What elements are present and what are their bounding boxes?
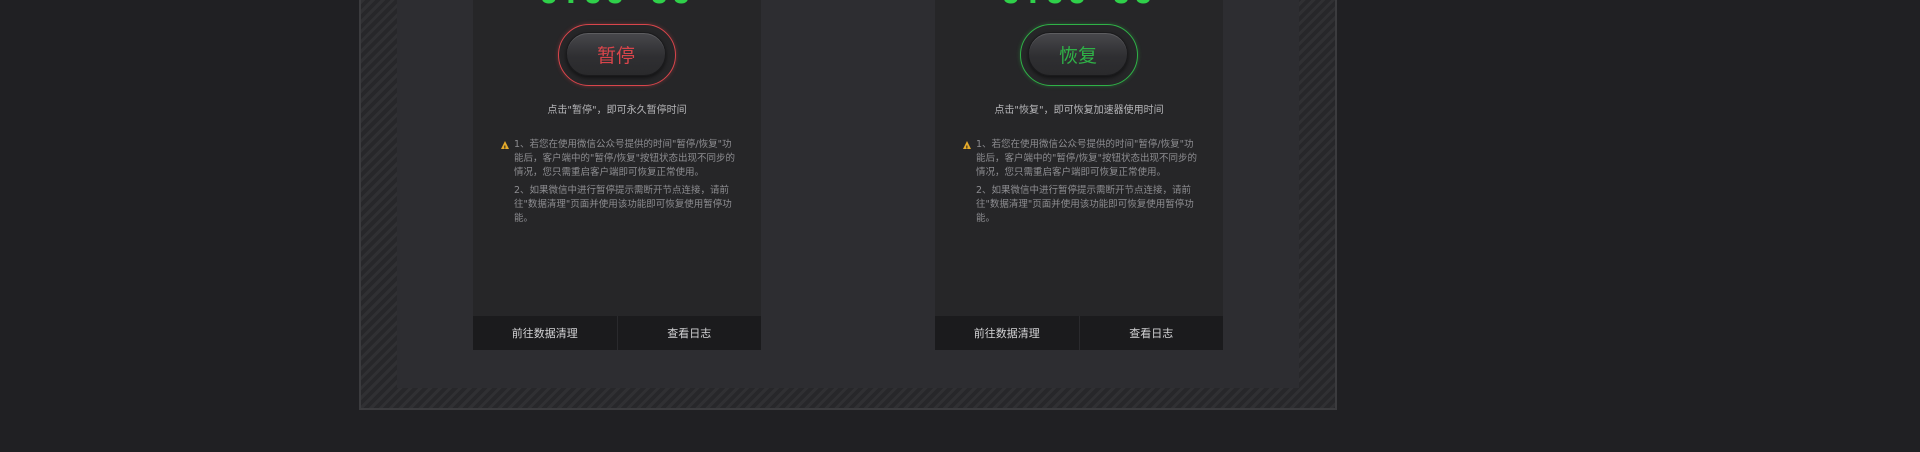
pause-button[interactable]: 暂停 — [566, 32, 666, 76]
resume-hint: 点击"恢复"，即可恢复加速器使用时间 — [994, 105, 1164, 116]
resume-button[interactable]: 恢复 — [1028, 32, 1128, 76]
speed-readout: 8.88 88 — [473, 0, 761, 11]
data-cleanup-button[interactable]: 前往数据清理 — [473, 316, 617, 350]
pause-panel: 8.88 88 暂停 点击"暂停"，即可永久暂停时间 1、若您在使用微信公众号提… — [473, 0, 761, 350]
view-log-button[interactable]: 查看日志 — [616, 316, 762, 350]
resume-panel: 8.88 88 恢复 点击"恢复"，即可恢复加速器使用时间 1、若您在使用微信公… — [935, 0, 1223, 350]
pause-hint: 点击"暂停"，即可永久暂停时间 — [547, 105, 687, 116]
speed-readout: 8.88 88 — [935, 0, 1223, 11]
view-log-button[interactable]: 查看日志 — [1078, 316, 1224, 350]
pause-button-ring: 暂停 — [558, 24, 676, 86]
resume-notes: 1、若您在使用微信公众号提供的时间"暂停/恢复"功能后，客户端中的"暂停/恢复"… — [963, 138, 1201, 230]
note-text: 1、若您在使用微信公众号提供的时间"暂停/恢复"功能后，客户端中的"暂停/恢复"… — [976, 139, 1197, 178]
data-cleanup-button[interactable]: 前往数据清理 — [935, 316, 1079, 350]
note-text: 2、如果微信中进行暂停提示需断开节点连接，请前往"数据清理"页面并使用该功能即可… — [976, 185, 1194, 224]
note-text: 2、如果微信中进行暂停提示需断开节点连接，请前往"数据清理"页面并使用该功能即可… — [514, 185, 732, 224]
pause-notes: 1、若您在使用微信公众号提供的时间"暂停/恢复"功能后，客户端中的"暂停/恢复"… — [501, 138, 739, 230]
note-1: 1、若您在使用微信公众号提供的时间"暂停/恢复"功能后，客户端中的"暂停/恢复"… — [963, 138, 1201, 180]
resume-footer: 前往数据清理 查看日志 — [935, 316, 1223, 350]
pause-footer: 前往数据清理 查看日志 — [473, 316, 761, 350]
note-2: 2、如果微信中进行暂停提示需断开节点连接，请前往"数据清理"页面并使用该功能即可… — [501, 184, 739, 226]
note-text: 1、若您在使用微信公众号提供的时间"暂停/恢复"功能后，客户端中的"暂停/恢复"… — [514, 139, 735, 178]
note-2: 2、如果微信中进行暂停提示需断开节点连接，请前往"数据清理"页面并使用该功能即可… — [963, 184, 1201, 226]
warning-triangle-icon — [963, 141, 971, 156]
warning-triangle-icon — [501, 141, 509, 156]
resume-button-ring: 恢复 — [1020, 24, 1138, 86]
note-1: 1、若您在使用微信公众号提供的时间"暂停/恢复"功能后，客户端中的"暂停/恢复"… — [501, 138, 739, 180]
